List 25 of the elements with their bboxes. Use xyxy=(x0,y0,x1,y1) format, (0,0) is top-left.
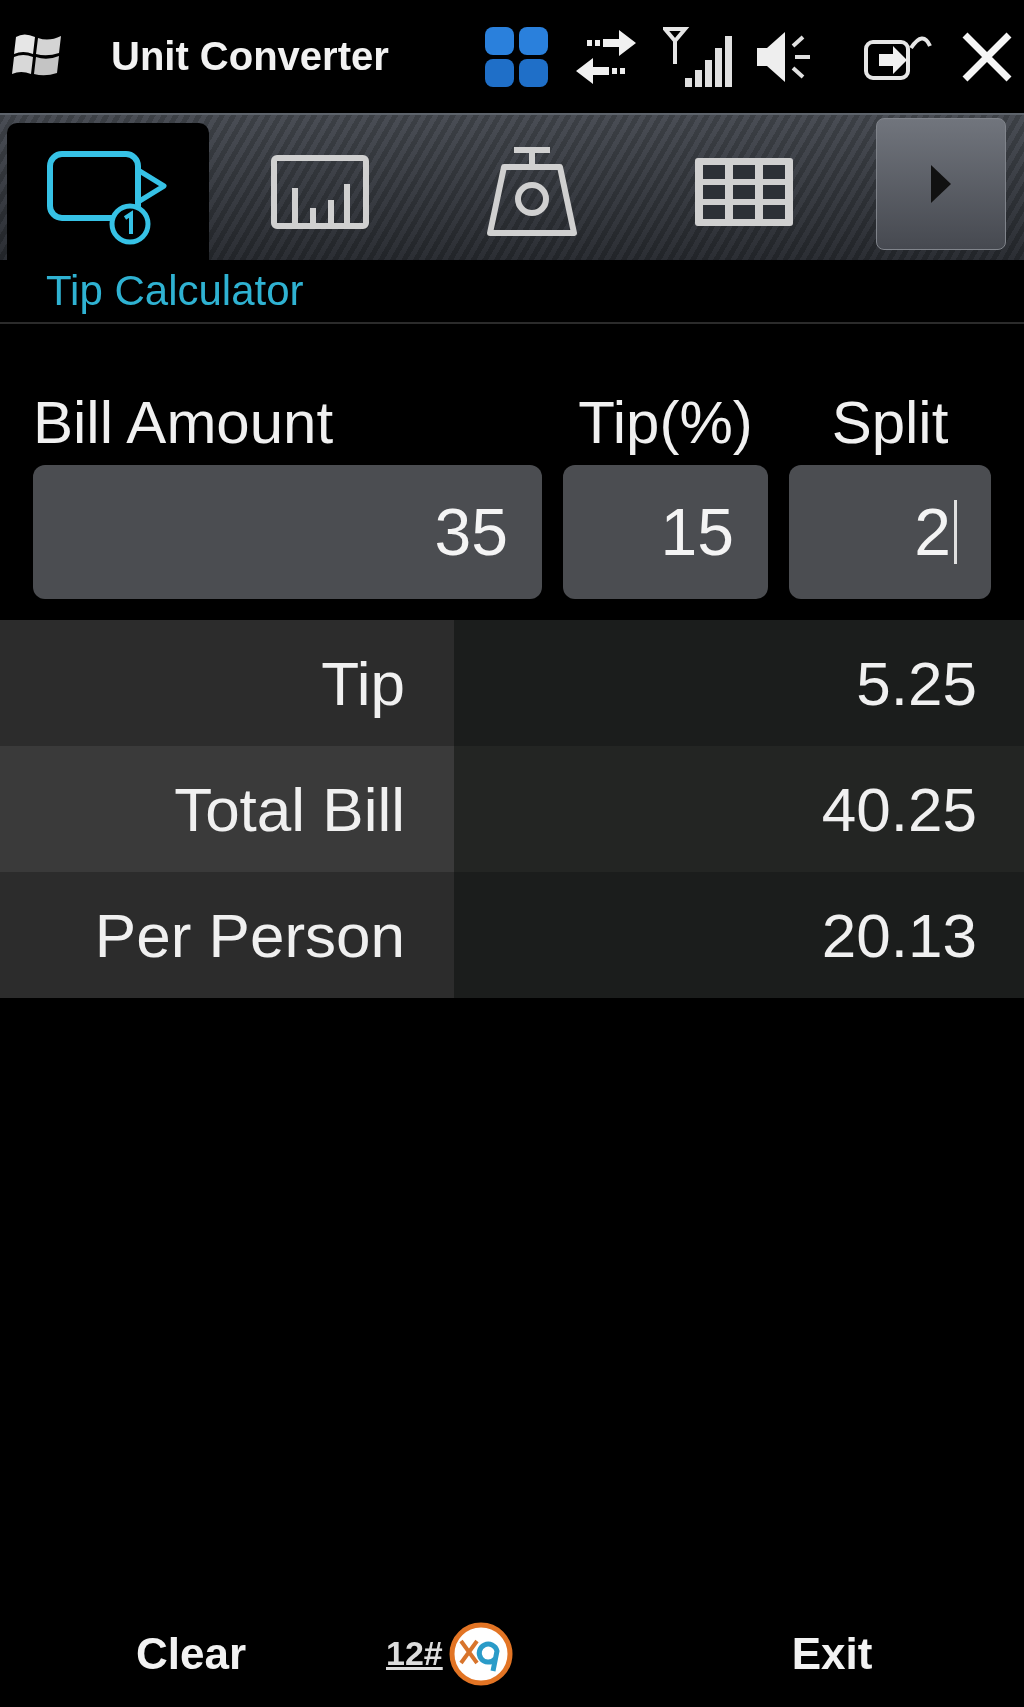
tab[interactable] xyxy=(7,123,209,260)
input-field[interactable]: 35 xyxy=(33,465,542,599)
caret-right-icon xyxy=(930,164,952,204)
signal-icon[interactable] xyxy=(663,25,735,88)
bar-chart-icon xyxy=(270,153,370,230)
field-label: Bill Amount xyxy=(33,388,334,457)
clear-button[interactable]: Clear xyxy=(135,1628,247,1679)
tiles-icon[interactable] xyxy=(484,25,549,88)
input-field[interactable]: 15 xyxy=(563,465,768,599)
table-cell: 20.13 xyxy=(454,872,1024,998)
input-mode-button[interactable]: 12# xyxy=(386,1620,515,1687)
table-cell: Tip xyxy=(0,620,454,746)
field-label: Split xyxy=(831,388,949,457)
table-cell: 40.25 xyxy=(454,746,1024,872)
table-cell: 5.25 xyxy=(454,620,1024,746)
field-label: Tip(%) xyxy=(578,388,753,457)
input-field[interactable]: 2 xyxy=(789,465,991,599)
table-cell: Total Bill xyxy=(0,746,454,872)
table-cell: Per Person xyxy=(0,872,454,998)
close-icon[interactable] xyxy=(961,30,1013,83)
scroll-right-button[interactable] xyxy=(876,118,1006,250)
window-title: Unit Converter xyxy=(111,34,389,79)
section-title: Tip Calculator xyxy=(46,267,304,315)
exit-button[interactable]: Exit xyxy=(791,1628,873,1679)
weighing-scale-icon xyxy=(486,144,578,239)
